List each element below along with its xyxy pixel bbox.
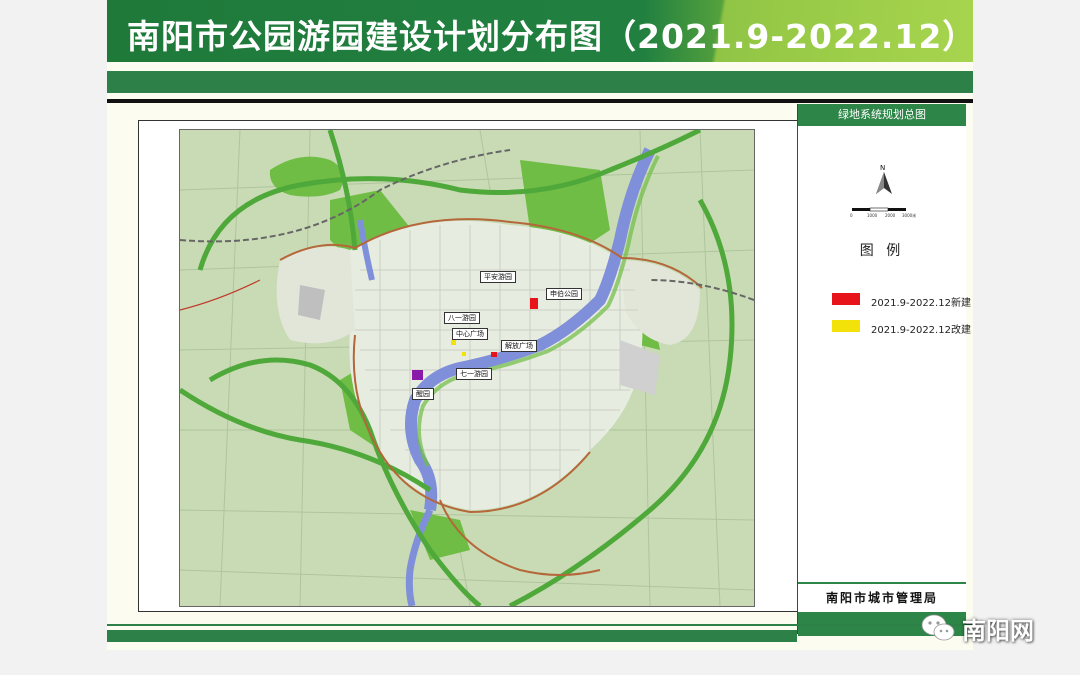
scale-label-3: 3000米 — [902, 212, 916, 218]
divider — [107, 99, 973, 103]
legend-label-renovate: 2021.9-2022.12改建 — [871, 325, 971, 336]
bottom-rule — [107, 624, 973, 626]
legend-label-new: 2021.9-2022.12新建 — [871, 298, 971, 309]
watermark: 南阳网 — [920, 608, 1034, 648]
new-park-marker — [530, 298, 538, 309]
map-frame: 平安游园 申伯公园 八一游园 中心广场 解放广场 七一游园 醒园 — [138, 120, 798, 612]
wechat-icon — [921, 614, 955, 641]
legend-swatch-new — [832, 293, 860, 305]
park-marker-purple — [412, 370, 423, 380]
map-label-qiyi: 七一游园 — [456, 368, 492, 380]
renovate-park-marker — [462, 352, 466, 356]
header-band — [107, 71, 973, 93]
legend-header: 绿地系统规划总图 — [798, 104, 966, 126]
map-label-xingyuan: 醒园 — [412, 388, 434, 400]
map-label-zhongxin: 中心广场 — [452, 328, 488, 340]
city-map: 平安游园 申伯公园 八一游园 中心广场 解放广场 七一游园 醒园 — [179, 129, 755, 607]
title-bar: 南阳市公园游园建设计划分布图（2021.9-2022.12） — [107, 0, 973, 62]
scale-label-0: 0 — [850, 213, 853, 218]
new-park-marker — [491, 352, 497, 357]
legend-title: 图 例 — [859, 243, 905, 259]
north-arrow-icon: N — [876, 164, 892, 194]
map-label-shenbo: 申伯公园 — [546, 288, 582, 300]
scale-label-2: 2000 — [885, 213, 896, 218]
legend-panel: 绿地系统规划总图 N 0 1000 2000 3000米 图 例 2021.9-… — [797, 104, 971, 636]
map-label-pingan: 平安游园 — [480, 271, 516, 283]
map-label-jiefang: 解放广场 — [501, 340, 537, 352]
watermark-text: 南阳网 — [962, 616, 1034, 645]
page-title: 南阳市公园游园建设计划分布图（2021.9-2022.12） — [127, 17, 973, 56]
north-label: N — [880, 164, 885, 172]
bottom-band — [107, 630, 797, 642]
scale-bar: 0 1000 2000 3000米 — [850, 207, 916, 218]
legend-swatch-renovate — [832, 320, 860, 332]
map-label-bayi: 八一游园 — [444, 312, 480, 324]
renovate-park-marker — [451, 340, 456, 345]
scale-label-1: 1000 — [867, 213, 878, 218]
map-sheet: 南阳市公园游园建设计划分布图（2021.9-2022.12） 平安游园 申伯公园… — [107, 0, 973, 650]
